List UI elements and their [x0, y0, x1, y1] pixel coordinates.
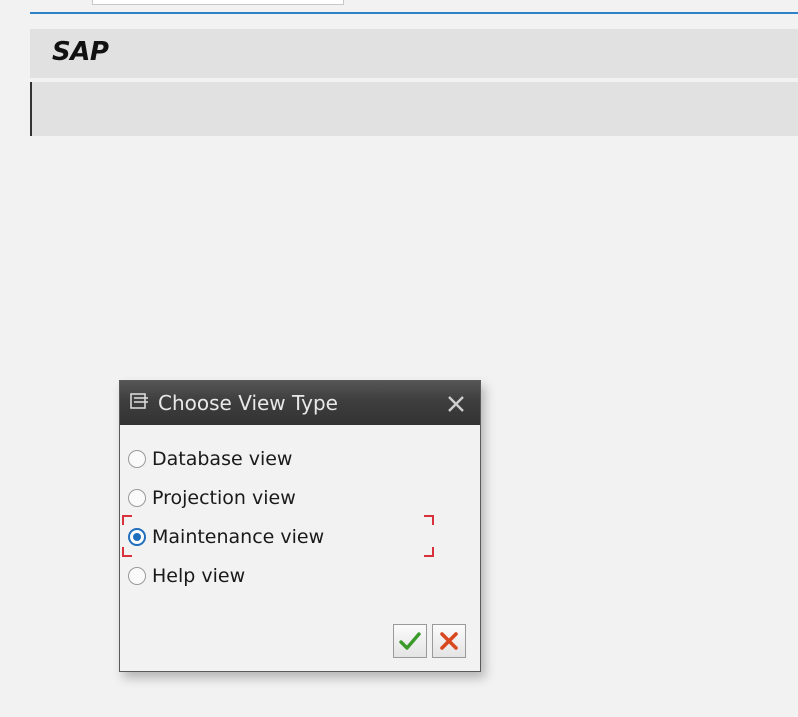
confirm-button[interactable]	[393, 624, 427, 658]
checkmark-icon	[399, 632, 421, 650]
option-label: Projection view	[152, 487, 296, 509]
application-toolbar	[30, 82, 798, 136]
dialog-window-icon	[130, 393, 148, 409]
option-label: Maintenance view	[152, 526, 325, 548]
dialog-title: Choose View Type	[158, 391, 338, 415]
close-icon[interactable]	[444, 392, 468, 416]
title-bar: SAP	[30, 29, 798, 78]
option-label: Database view	[152, 448, 293, 470]
header-accent-line	[30, 12, 798, 14]
radio-database-view[interactable]	[128, 450, 146, 468]
cancel-button[interactable]	[432, 624, 466, 658]
cancel-x-icon	[440, 632, 458, 650]
option-maintenance-view[interactable]: Maintenance view	[128, 524, 428, 550]
top-command-field[interactable]	[92, 0, 344, 5]
radio-help-view[interactable]	[128, 567, 146, 585]
app-title: SAP	[52, 37, 109, 67]
choose-view-type-dialog: Choose View Type Database view Projectio…	[119, 380, 481, 672]
option-help-view[interactable]: Help view	[128, 563, 428, 589]
dialog-header[interactable]: Choose View Type	[120, 381, 480, 425]
radio-maintenance-view[interactable]	[128, 528, 146, 546]
option-database-view[interactable]: Database view	[128, 446, 428, 472]
radio-projection-view[interactable]	[128, 489, 146, 507]
option-label: Help view	[152, 565, 246, 587]
option-projection-view[interactable]: Projection view	[128, 485, 428, 511]
toolbar-edge	[30, 82, 32, 136]
